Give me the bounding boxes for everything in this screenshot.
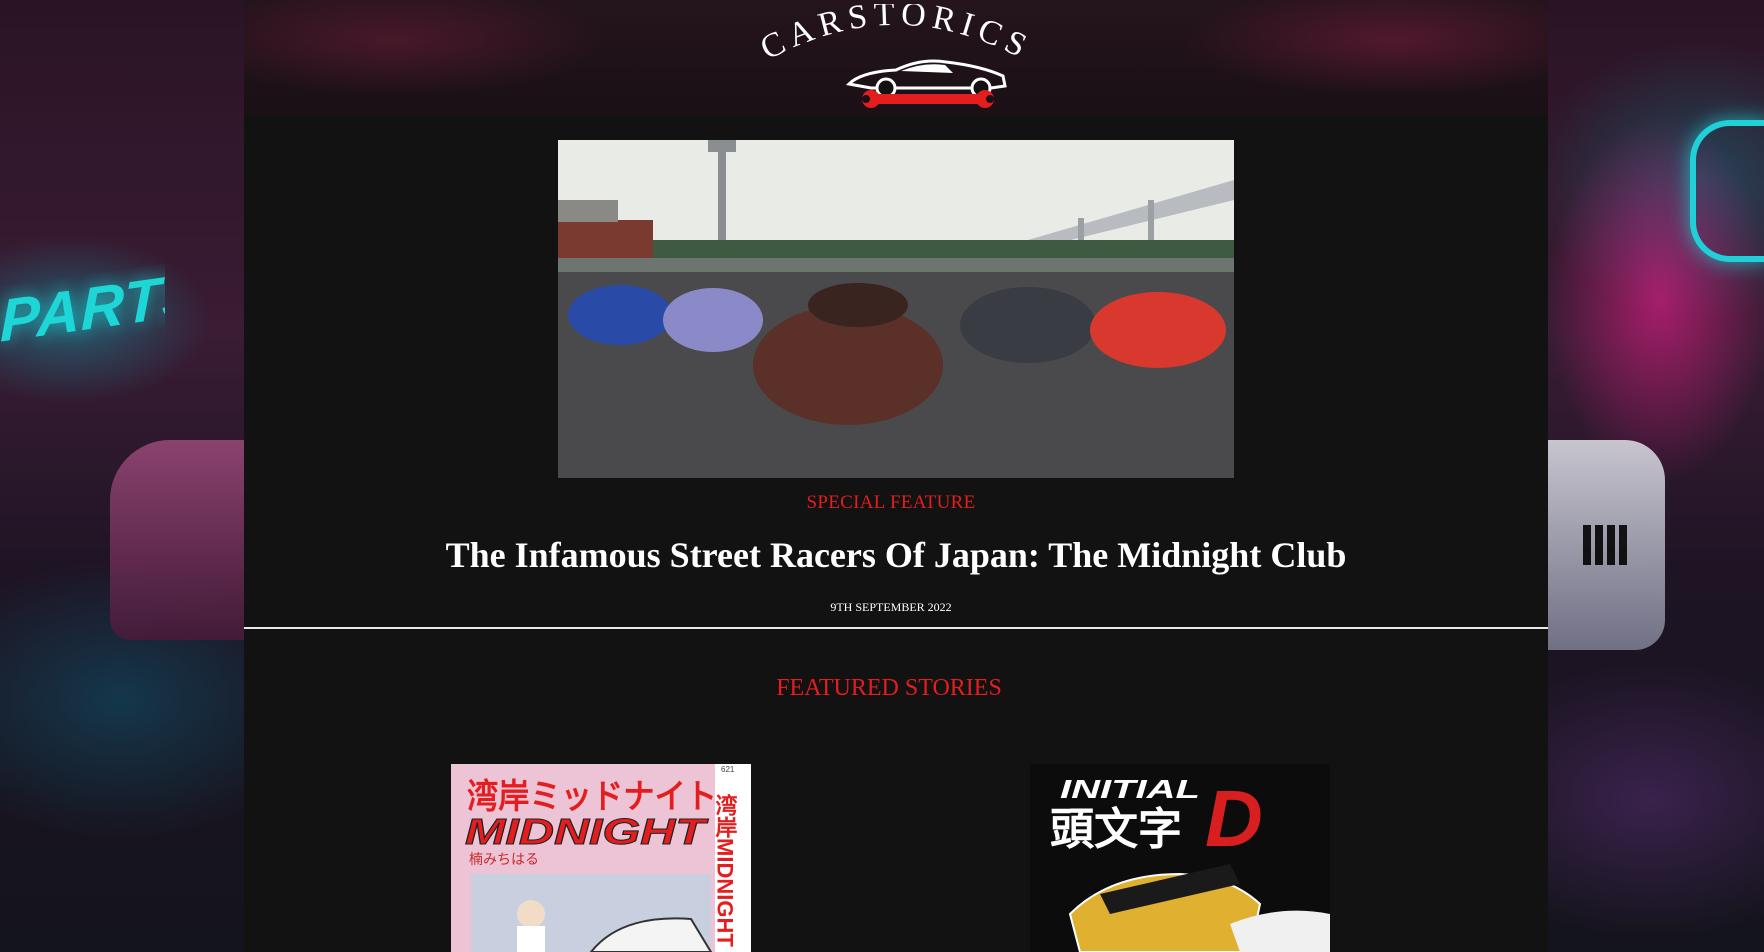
site-header: CARSTORICS <box>244 0 1548 115</box>
bg-car-right <box>1545 440 1665 650</box>
hero-title[interactable]: The Infamous Street Racers Of Japan: The… <box>244 534 1548 576</box>
svg-text:湾岸MIDNIGHT: 湾岸MIDNIGHT <box>713 793 738 947</box>
car-wrench-icon <box>845 59 1007 108</box>
svg-text:621: 621 <box>721 765 735 774</box>
site-logo[interactable]: CARSTORICS <box>756 4 1036 112</box>
bg-neon-sign <box>1690 120 1764 262</box>
svg-text:頭文字: 頭文字 <box>1050 805 1182 854</box>
svg-text:楠みちはる: 楠みちはる <box>469 851 539 867</box>
story-card-initial-d[interactable]: INITIAL 頭文字 D <box>1030 764 1330 952</box>
featured-stories-heading: FEATURED STORIES <box>776 675 1002 701</box>
svg-text:D: D <box>1205 774 1263 863</box>
svg-text:MIDNIGHT: MIDNIGHT <box>465 811 709 852</box>
bg-neon-sign-parts: PARTS <box>0 263 165 355</box>
section-divider <box>244 627 1548 629</box>
svg-text:INITIAL: INITIAL <box>1060 774 1200 804</box>
hero-image[interactable] <box>558 140 1234 478</box>
hero-date: 9TH SEPTEMBER 2022 <box>830 600 952 614</box>
hero-photo-cars <box>558 140 1234 478</box>
story-card-wangan-midnight[interactable]: 621 湾岸ミッドナイト MIDNIGHT 楠みちはる 湾岸MIDNIGHT <box>451 764 751 952</box>
hero-category-label[interactable]: SPECIAL FEATURE <box>244 492 1538 514</box>
main-column: CARSTORICS SPECIAL FEATURE The Infamous … <box>244 0 1548 952</box>
story-cover-image: 621 湾岸ミッドナイト MIDNIGHT 楠みちはる 湾岸MIDNIGHT <box>451 764 751 952</box>
bg-car-left <box>110 440 250 640</box>
story-cover-image: INITIAL 頭文字 D <box>1030 764 1330 952</box>
